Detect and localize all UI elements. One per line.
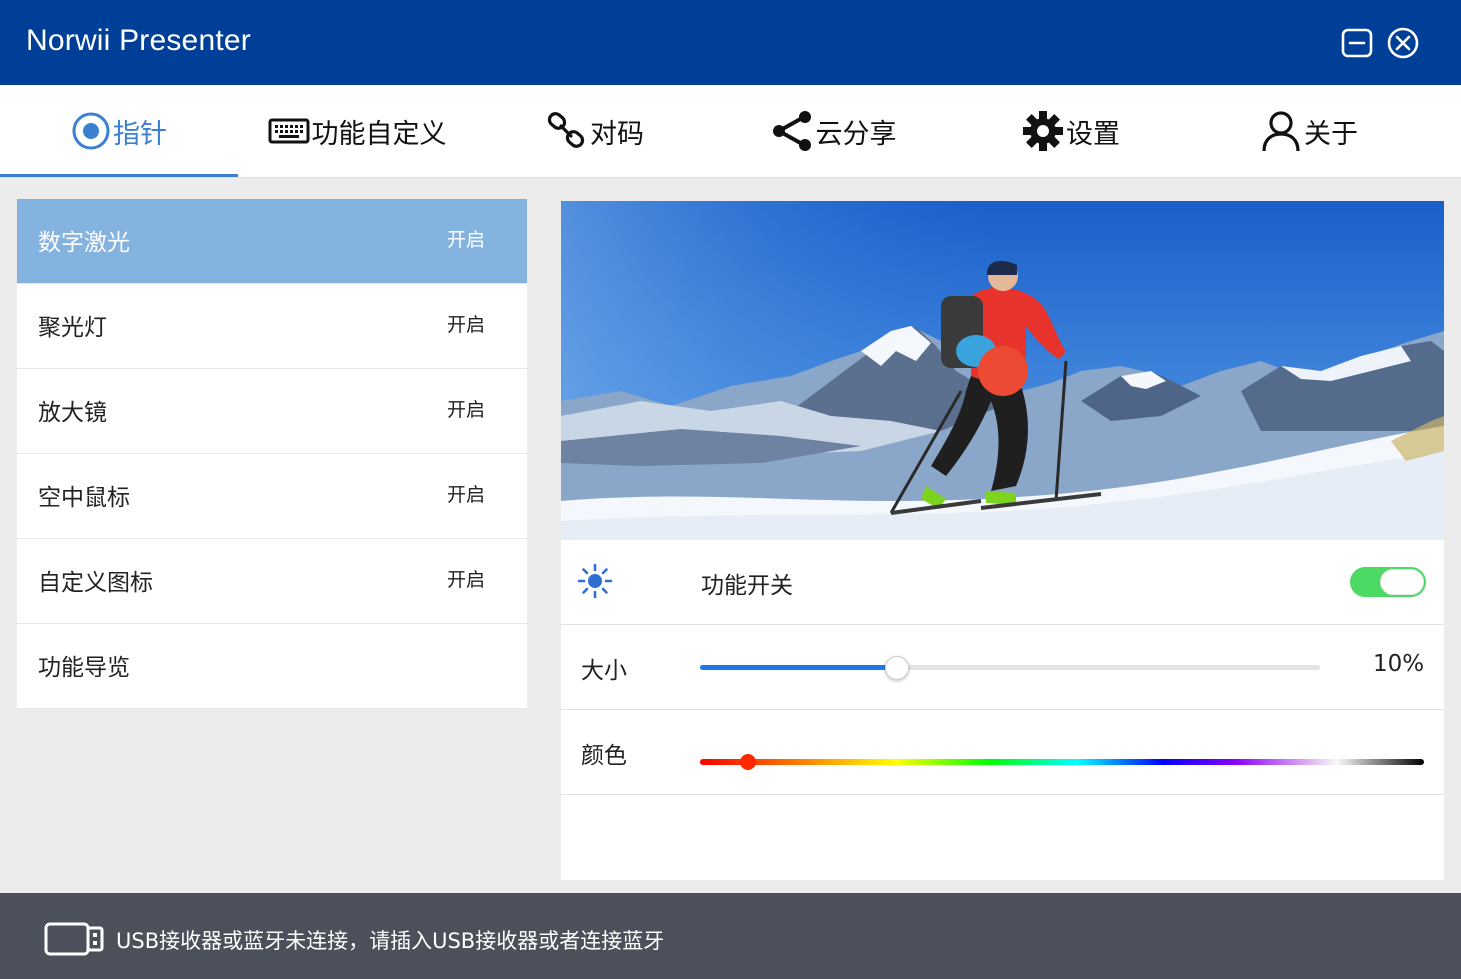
minimize-button[interactable] (1340, 26, 1374, 60)
tab-label: 对码 (590, 118, 644, 150)
tab-settings[interactable]: 设置 (952, 85, 1190, 177)
feature-label: 功能导览 (38, 655, 130, 681)
feature-label: 数字激光 (38, 230, 130, 256)
feature-status: 开启 (447, 314, 486, 336)
close-button[interactable] (1386, 26, 1420, 60)
status-bar: USB接收器或蓝牙未连接，请插入USB接收器或者连接蓝牙 (0, 893, 1461, 979)
feature-label: 自定义图标 (38, 570, 153, 596)
active-tab-indicator (0, 174, 238, 177)
feature-item-guide[interactable]: 功能导览 (17, 624, 527, 709)
feature-item-magnifier[interactable]: 放大镜 开启 (17, 369, 527, 454)
feature-item-custom-icon[interactable]: 自定义图标 开启 (17, 539, 527, 624)
mountain-skier-illustration (561, 201, 1444, 540)
color-label: 颜色 (581, 743, 627, 769)
tab-about[interactable]: 关于 (1190, 85, 1428, 177)
feature-toggle-label: 功能开关 (701, 573, 793, 599)
connection-status-message: USB接收器或蓝牙未连接，请插入USB接收器或者连接蓝牙 (116, 929, 665, 953)
feature-status: 开启 (447, 229, 486, 251)
feature-label: 空中鼠标 (38, 485, 130, 511)
tab-pairing[interactable]: 对码 (476, 85, 714, 177)
size-label: 大小 (581, 658, 627, 684)
usb-receiver-icon (44, 922, 104, 956)
tab-label: 设置 (1066, 118, 1120, 150)
preview-image (561, 201, 1444, 540)
color-slider[interactable] (700, 754, 1424, 770)
title-bar: Norwii Presenter (0, 0, 1461, 85)
sun-icon (577, 563, 613, 599)
feature-status: 开启 (447, 399, 486, 421)
tab-label: 功能自定义 (311, 118, 447, 150)
tab-label: 指针 (113, 118, 167, 150)
feature-label: 聚光灯 (38, 315, 107, 341)
feature-toggle-switch[interactable] (1350, 567, 1426, 597)
tab-cloud-share[interactable]: 云分享 (714, 85, 952, 177)
app-title: Norwii Presenter (26, 24, 251, 57)
size-row: 大小 10% (561, 625, 1444, 710)
size-slider[interactable] (700, 656, 1320, 680)
toggle-knob (1380, 569, 1424, 595)
tab-custom-function[interactable]: 功能自定义 (238, 85, 476, 177)
feature-status: 开启 (447, 484, 486, 506)
feature-list: 数字激光 开启 聚光灯 开启 放大镜 开启 空中鼠标 开启 自定义图标 开启 功… (17, 199, 527, 709)
gear-icon (1023, 111, 1063, 151)
user-icon (1262, 111, 1300, 152)
feature-label: 放大镜 (38, 400, 107, 426)
keyboard-icon (268, 118, 309, 144)
feature-toggle-row: 功能开关 (561, 540, 1444, 625)
size-slider-thumb[interactable] (884, 656, 909, 680)
size-value: 10% (1373, 651, 1425, 677)
pointer-target-icon (72, 112, 110, 150)
settings-panel: 功能开关 大小 10% 颜色 (561, 201, 1444, 880)
color-slider-thumb[interactable] (739, 754, 756, 770)
feature-item-spotlight[interactable]: 聚光灯 开启 (17, 284, 527, 369)
share-icon (772, 111, 811, 151)
color-row: 颜色 (561, 710, 1444, 795)
size-slider-fill (700, 665, 896, 670)
tab-bar: 指针 功能自定义 对码 云分享 设置 关于 (0, 85, 1461, 178)
tab-pointer[interactable]: 指针 (0, 85, 238, 177)
close-circle-icon (1387, 27, 1419, 59)
tab-label: 关于 (1304, 118, 1358, 150)
link-icon (547, 112, 585, 148)
minimize-icon (1341, 28, 1373, 58)
feature-item-digital-laser[interactable]: 数字激光 开启 (17, 199, 527, 284)
laser-pointer-dot (978, 346, 1028, 396)
tab-label: 云分享 (815, 118, 897, 150)
feature-item-air-mouse[interactable]: 空中鼠标 开启 (17, 454, 527, 539)
feature-status: 开启 (447, 569, 486, 591)
